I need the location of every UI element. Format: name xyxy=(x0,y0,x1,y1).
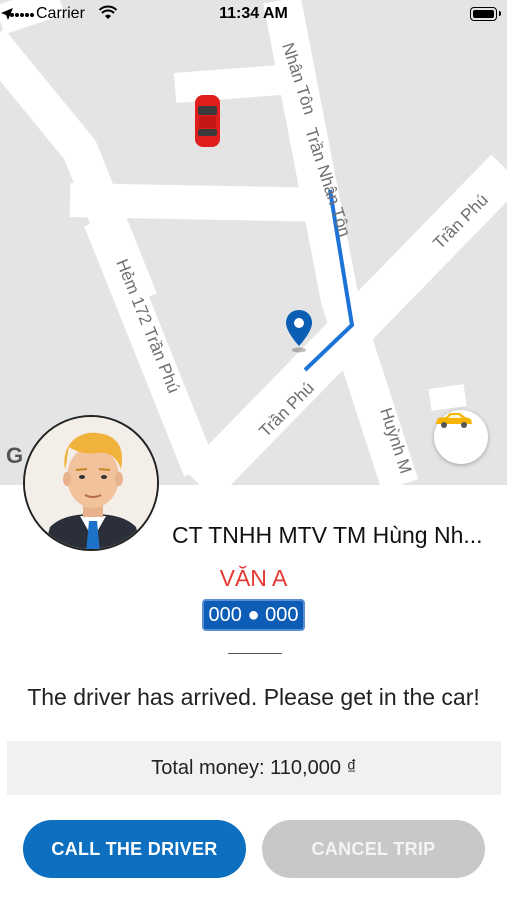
map-view[interactable]: Nhân Tôn Trần Nhân Tôn Trần Phú Hẻm 172 … xyxy=(0,0,507,485)
vehicle-type-button[interactable] xyxy=(434,410,488,464)
taxi-icon xyxy=(436,413,472,428)
google-logo: G xyxy=(6,443,24,468)
driver-company: CT TNHH MTV TM Hùng Nh... xyxy=(172,522,483,548)
driver-avatar-image xyxy=(25,417,157,549)
car-marker-icon xyxy=(195,95,220,147)
battery-icon xyxy=(470,7,501,21)
cancel-trip-button[interactable]: CANCEL TRIP xyxy=(262,820,485,878)
road-segment xyxy=(173,65,282,103)
location-arrow-icon xyxy=(1,8,13,20)
call-driver-button[interactable]: CALL THE DRIVER xyxy=(23,820,246,878)
driver-avatar xyxy=(23,415,159,551)
map-canvas: Nhân Tôn Trần Nhân Tôn Trần Phú Hẻm 172 … xyxy=(0,0,507,485)
road-segment xyxy=(428,384,467,411)
status-time: 11:34 AM xyxy=(219,5,288,22)
divider xyxy=(228,653,282,654)
driver-name: VĂN A xyxy=(219,565,288,591)
road-segment xyxy=(69,183,331,222)
status-bar: Carrier 11:34 AM xyxy=(0,0,507,30)
total-money: Total money: 110,000 ₫ xyxy=(7,741,501,795)
license-plate-badge: 000 ● 000 xyxy=(202,599,305,631)
trip-status-message: The driver has arrived. Please get in th… xyxy=(27,684,480,710)
